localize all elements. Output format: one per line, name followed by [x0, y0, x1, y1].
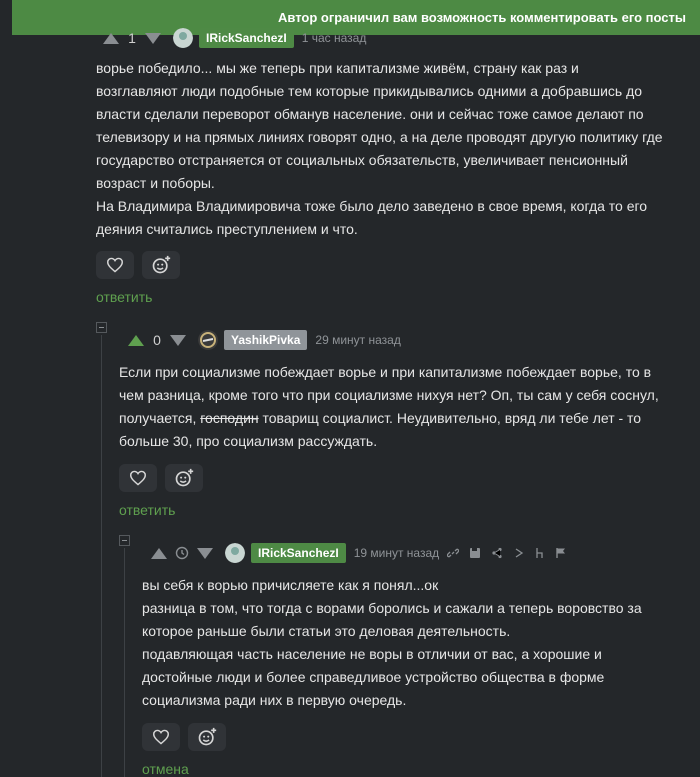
comment-line: возглавляют люди подобные тем которые пр… — [96, 83, 643, 99]
username-badge[interactable]: IRickSanchezI — [199, 28, 294, 48]
downvote-button[interactable] — [145, 32, 161, 44]
clock-icon — [175, 546, 189, 560]
reply-link[interactable]: ответить — [96, 289, 152, 305]
comment-line: которое раньше были статьи это деловая д… — [142, 623, 511, 639]
upvote-button[interactable] — [151, 547, 167, 559]
comment-body: Если при социализме побеждает ворье и пр… — [119, 361, 689, 453]
upvote-button[interactable] — [128, 334, 144, 346]
strikethrough-text: господин — [200, 410, 259, 426]
comment-line: получается, господин товарищ социалист. … — [119, 407, 689, 430]
thread-icon[interactable] — [535, 547, 545, 559]
comment-line: социализма ради них в первую очередь. — [142, 692, 407, 708]
comment-line: власти сделали переворот обманув населен… — [96, 106, 644, 122]
comment-line: больше 30, про социализм рассуждать. — [119, 433, 378, 449]
comment-rating: 0 — [153, 332, 161, 348]
avatar[interactable] — [225, 543, 245, 563]
comment-line: ворье победило... мы же теперь при капит… — [96, 60, 579, 76]
comment-line: На Владимира Владимировича тоже было дел… — [96, 198, 648, 214]
avatar[interactable] — [173, 28, 193, 48]
comment-text: товарищ социалист. Неудивительно, вряд л… — [262, 410, 642, 426]
collapse-thread-button[interactable] — [119, 535, 130, 546]
comment-line: возраст и поборы. — [96, 175, 215, 191]
comment-line: деяния считались преступлением и что. — [96, 221, 358, 237]
link-icon[interactable] — [447, 547, 460, 559]
cancel-link[interactable]: отмена — [142, 761, 189, 777]
comment-rating: 1 — [128, 30, 136, 46]
heart-icon — [129, 470, 147, 486]
comment-line: вы себя к ворью причисляете как я понял.… — [142, 577, 439, 593]
emoji-add-icon — [152, 255, 171, 274]
comment-time[interactable]: 19 минут назад — [354, 546, 439, 560]
comment-line: телевизору и на прямых линиях говорят од… — [96, 129, 663, 145]
restriction-banner-text: Автор ограничил вам возможность комменти… — [278, 10, 686, 25]
comment-line: чем разница, кроме того что при социализ… — [119, 387, 659, 403]
like-button[interactable] — [96, 251, 134, 279]
comment-line: Если при социализме побеждает ворье и пр… — [119, 364, 652, 380]
upvote-button[interactable] — [103, 32, 119, 44]
comment-header: 0 YashikPivka 29 минут назад — [128, 328, 401, 352]
comment-line: подавляющая часть население не воры в от… — [142, 646, 602, 662]
add-reaction-button[interactable] — [188, 723, 226, 751]
emoji-add-icon — [198, 727, 217, 746]
comment-tools — [447, 547, 567, 559]
comment-line: разница в том, что тогда с ворами бороли… — [142, 600, 642, 616]
share-icon[interactable] — [491, 547, 503, 559]
avatar[interactable] — [198, 330, 218, 350]
heart-icon — [106, 257, 124, 273]
collapse-thread-button[interactable] — [96, 322, 107, 333]
reply-link[interactable]: ответить — [119, 502, 175, 518]
emoji-add-icon — [175, 468, 194, 487]
heart-icon — [152, 729, 170, 745]
comment-line: достойные люди и более справедливое устр… — [142, 669, 605, 685]
username-badge[interactable]: YashikPivka — [224, 330, 308, 350]
comment-header: IRickSanchezI 19 минут назад — [151, 541, 567, 565]
add-reaction-button[interactable] — [165, 464, 203, 492]
downvote-button[interactable] — [170, 334, 186, 346]
comment-line: государство отстраняется от социальных о… — [96, 152, 628, 168]
comment-body: вы себя к ворью причисляете как я понял.… — [142, 574, 692, 712]
comment-body: ворье победило... мы же теперь при капит… — [96, 57, 686, 241]
like-button[interactable] — [142, 723, 180, 751]
flag-icon[interactable] — [555, 547, 567, 559]
downvote-button[interactable] — [197, 547, 213, 559]
thread-line — [101, 335, 102, 777]
comment-time[interactable]: 29 минут назад — [315, 333, 400, 347]
like-button[interactable] — [119, 464, 157, 492]
thread-line — [124, 548, 125, 777]
comment-text: получается, — [119, 410, 197, 426]
add-reaction-button[interactable] — [142, 251, 180, 279]
comment-header: 1 IRickSanchezI 1 час назад — [103, 26, 366, 50]
username-badge[interactable]: IRickSanchezI — [251, 543, 346, 563]
hide-icon[interactable] — [513, 547, 525, 559]
save-icon[interactable] — [469, 547, 481, 559]
comment-time[interactable]: 1 час назад — [302, 31, 367, 45]
